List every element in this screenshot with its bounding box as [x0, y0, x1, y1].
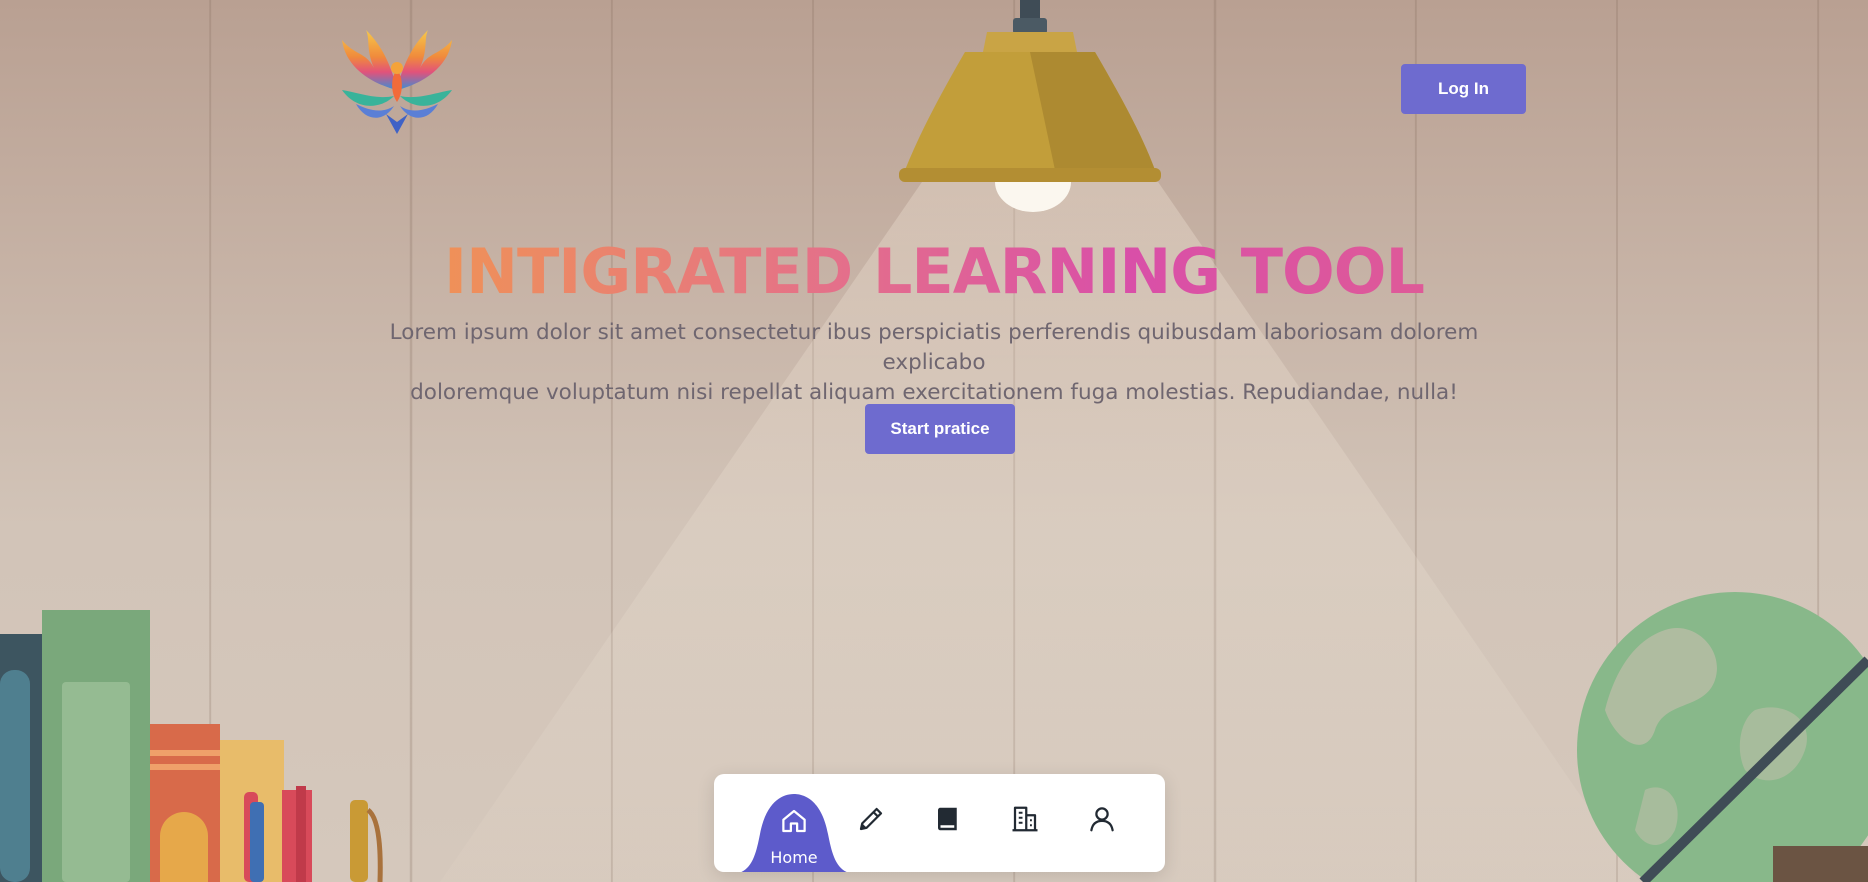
- nav-item-home-label: Home: [770, 848, 818, 867]
- hero-description-line-1: Lorem ipsum dolor sit amet consectetur i…: [389, 320, 1479, 375]
- login-button[interactable]: Log In: [1401, 64, 1526, 114]
- phoenix-logo[interactable]: [336, 30, 458, 140]
- nav-item-institution[interactable]: [988, 774, 1062, 872]
- bottom-navigation: Home: [714, 774, 1165, 872]
- building-icon: [1012, 806, 1038, 832]
- pencil-icon: [859, 807, 883, 831]
- user-icon: [1090, 807, 1114, 832]
- start-practice-button[interactable]: Start pratice: [865, 404, 1015, 454]
- book-icon: [938, 807, 957, 831]
- hanging-lamp-illustration: [899, 0, 1161, 212]
- nav-item-profile[interactable]: [1065, 774, 1139, 872]
- globe-illustration: [1577, 592, 1868, 882]
- home-icon: [782, 809, 806, 833]
- nav-item-practice[interactable]: [834, 774, 908, 872]
- hero-description-line-2: doloremque voluptatum nisi repellat aliq…: [410, 380, 1458, 405]
- page-title: INTIGRATED LEARNING TOOL: [444, 235, 1425, 308]
- nav-item-library[interactable]: [911, 774, 985, 872]
- nav-item-home[interactable]: Home: [757, 774, 831, 872]
- hero-description: Lorem ipsum dolor sit amet consectetur i…: [360, 318, 1508, 408]
- books-illustration: [0, 610, 383, 882]
